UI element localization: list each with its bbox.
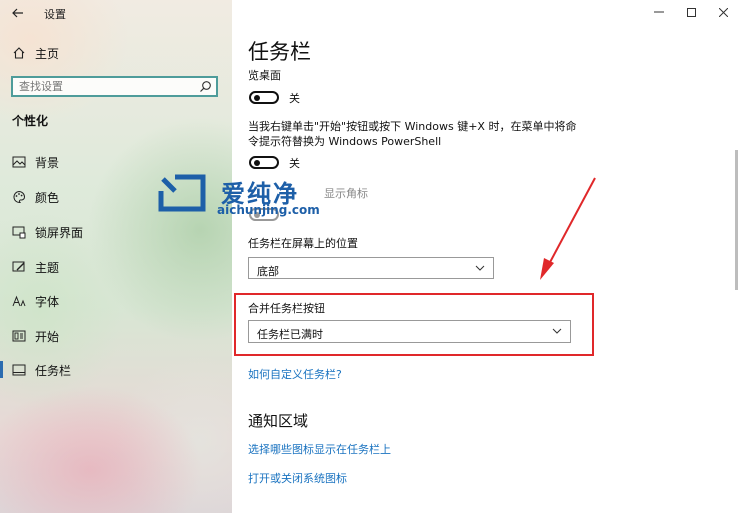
toggle-state: 关 (289, 92, 300, 105)
search-input[interactable] (19, 79, 189, 94)
back-button[interactable] (8, 3, 28, 23)
minimize-button[interactable] (643, 0, 675, 24)
taskbar-icon (12, 363, 26, 377)
toggle-switch[interactable] (249, 91, 279, 104)
picture-icon (12, 155, 26, 169)
dropdown-value: 底部 (257, 265, 279, 278)
toggle-state: 关 (289, 157, 300, 170)
section-title: 个性化 (12, 114, 49, 128)
sidebar-item-home[interactable]: 主页 (0, 38, 232, 68)
lock-screen-icon (12, 225, 26, 239)
home-icon (12, 46, 26, 60)
search-box[interactable] (11, 76, 218, 97)
combine-label: 合并任务栏按钮 (248, 302, 325, 315)
sidebar-item-label: 字体 (35, 294, 60, 309)
chevron-down-icon (475, 265, 485, 271)
select-icons-link[interactable]: 选择哪些图标显示在任务栏上 (248, 441, 391, 457)
help-link[interactable]: 如何自定义任务栏? (248, 366, 342, 382)
setting-label: 览桌面 (248, 69, 281, 82)
maximize-icon (686, 7, 696, 17)
sidebar-item-label: 开始 (35, 329, 60, 344)
sidebar-item-lock-screen[interactable]: 锁屏界面 (0, 217, 232, 247)
watermark-logo-icon (158, 174, 206, 212)
app-title: 设置 (44, 8, 66, 21)
sidebar-item-label: 任务栏 (35, 363, 72, 378)
sidebar-item-fonts[interactable]: 字体 (0, 286, 232, 316)
sidebar: 设置 主页 个性化 背景 颜色 锁屏界面 主题 (0, 0, 232, 513)
page-title: 任务栏 (248, 40, 311, 64)
sidebar-item-label: 背景 (35, 155, 60, 170)
sidebar-item-label: 主题 (35, 260, 60, 275)
sidebar-item-label: 颜色 (35, 190, 60, 205)
sidebar-item-themes[interactable]: 主题 (0, 252, 232, 282)
sidebar-item-label: 主页 (35, 46, 60, 61)
sidebar-item-label: 锁屏界面 (35, 225, 84, 240)
watermark-url: aichunjing.com (217, 203, 320, 217)
dropdown-value: 任务栏已满时 (257, 328, 323, 341)
toggle-switch[interactable] (249, 156, 279, 169)
close-icon (718, 7, 728, 17)
back-arrow-icon (12, 8, 23, 18)
scrollbar[interactable] (735, 150, 738, 290)
red-arrow-annotation (540, 177, 596, 280)
minimize-icon (654, 11, 664, 13)
position-label: 任务栏在屏幕上的位置 (248, 237, 358, 250)
system-icons-link[interactable]: 打开或关闭系统图标 (248, 470, 347, 486)
search-icon[interactable] (199, 80, 212, 93)
combine-dropdown[interactable]: 任务栏已满时 (248, 320, 571, 343)
setting-label-line1: 当我右键单击"开始"按钮或按下 Windows 键+X 时，在菜单中将命 (248, 120, 577, 133)
theme-icon (12, 260, 26, 274)
chevron-down-icon (552, 328, 562, 334)
close-button[interactable] (707, 0, 739, 24)
position-dropdown[interactable]: 底部 (248, 257, 494, 279)
sidebar-item-taskbar[interactable]: 任务栏 (0, 355, 232, 385)
start-icon (12, 329, 26, 343)
setting-label-line2: 令提示符替换为 Windows PowerShell (248, 135, 442, 148)
notification-area-heading: 通知区域 (248, 412, 309, 430)
setting-label: 显示角标 (324, 187, 368, 200)
sidebar-item-start[interactable]: 开始 (0, 321, 232, 351)
content-pane: 任务栏 览桌面 关 当我右键单击"开始"按钮或按下 Windows 键+X 时，… (232, 0, 740, 513)
palette-icon (12, 190, 26, 204)
font-icon (12, 294, 26, 308)
maximize-button[interactable] (675, 0, 707, 24)
